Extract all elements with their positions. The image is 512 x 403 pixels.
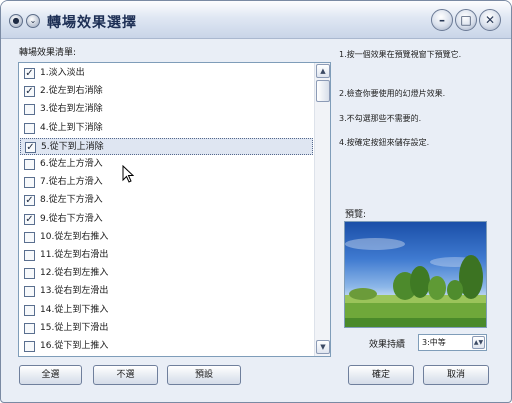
spin-arrows-icon[interactable]: ▲▼	[472, 336, 485, 349]
preview-label: 預覽:	[345, 210, 367, 220]
list-item[interactable]: 16.從下到上推入	[20, 338, 313, 355]
scroll-down-button[interactable]: ▼	[316, 340, 330, 354]
list-item[interactable]: 4.從上到下消除	[20, 120, 313, 137]
list-item[interactable]: 13.從右到左滑出	[20, 283, 313, 300]
effect-label: 13.從右到左滑出	[40, 286, 109, 297]
effect-checkbox[interactable]	[24, 231, 35, 243]
list-item[interactable]: 12.從右到左推入	[20, 265, 313, 282]
effect-label: 6.從左上方滑入	[40, 159, 103, 169]
effects-list-label: 轉場效果清單:	[19, 48, 77, 58]
duration-value: 3:中等	[422, 338, 446, 347]
effect-checkbox[interactable]	[24, 268, 35, 280]
duration-label: 效果持續	[369, 340, 406, 350]
list-item[interactable]: 14.從上到下推入	[20, 302, 313, 319]
effects-listbox[interactable]: ✓ 1.淡入淡出 ✓ 2.從左到右消除 3.從右到左消除 4.從上到下消除 ✓ 5.從下到上消…	[18, 62, 331, 357]
list-item[interactable]: 11.從左到右滑出	[20, 247, 313, 264]
effect-checkbox[interactable]	[24, 250, 35, 261]
effect-label: 15.從上到下滑出	[40, 322, 109, 333]
select-all-button[interactable]: 全選	[19, 365, 82, 385]
check-icon: ✓	[26, 141, 35, 153]
effect-label: 4.從上到下消除	[40, 122, 103, 133]
minimize-button[interactable]: –	[431, 9, 453, 31]
select-none-button[interactable]: 不選	[93, 365, 158, 385]
effect-label: 3.從右到左消除	[40, 104, 103, 115]
list-item[interactable]: ✓ 1.淡入淡出	[20, 65, 313, 82]
list-item[interactable]: ✓ 2.從左到右消除	[20, 83, 313, 100]
rollup-icon[interactable]: ⌄	[26, 14, 40, 28]
effect-checkbox[interactable]	[24, 104, 35, 116]
effect-checkbox[interactable]	[24, 122, 35, 134]
list-scrollbar[interactable]: ▲ ▼	[314, 63, 330, 356]
effect-checkbox[interactable]	[24, 304, 35, 316]
effect-label: 1.淡入淡出	[40, 68, 85, 78]
effect-checkbox[interactable]: ✓	[24, 68, 35, 79]
check-icon: ✓	[25, 68, 34, 79]
effect-label: 10.從左到右推入	[40, 231, 109, 242]
mouse-pointer-icon	[122, 165, 134, 183]
effect-label: 5.從下到上消除	[41, 141, 104, 152]
effect-label: 9.從右下方滑入	[40, 213, 103, 224]
effect-label: 7.從右上方滑入	[40, 177, 103, 188]
effect-label: 14.從上到下推入	[40, 304, 109, 315]
effect-checkbox[interactable]: ✓	[25, 141, 36, 153]
effect-checkbox[interactable]	[24, 159, 35, 170]
duration-select[interactable]: 3:中等 ▲▼	[418, 334, 487, 351]
default-button[interactable]: 預設	[167, 365, 241, 385]
list-item[interactable]: 15.從上到下滑出	[20, 320, 313, 337]
landscape-picture	[345, 238, 486, 327]
instruction-4: 4.按確定按鈕來儲存設定.	[339, 138, 430, 147]
check-icon: ✓	[25, 86, 34, 98]
effect-checkbox[interactable]	[24, 177, 35, 189]
title-bar: ● ⌄ 轉場效果選擇 – □ ✕	[1, 1, 511, 39]
scroll-thumb[interactable]	[316, 80, 330, 102]
effect-checkbox[interactable]	[24, 286, 35, 298]
list-item[interactable]: ✓ 8.從左下方滑入	[20, 192, 313, 209]
effect-label: 2.從左到右消除	[40, 86, 103, 97]
list-item[interactable]: 10.從左到右推入	[20, 229, 313, 246]
effects-dialog: ● ⌄ 轉場效果選擇 – □ ✕ 轉場效果清單: ✓ 1.淡入淡出 ✓ 2.從左到右消…	[0, 0, 512, 403]
check-icon: ✓	[25, 195, 34, 207]
instruction-2: 2.檢查你要使用的幻燈片效果.	[339, 89, 446, 98]
instruction-1: 1.按一個效果在預覽視窗下預覽它.	[339, 50, 462, 59]
check-icon: ✓	[25, 213, 34, 225]
list-item[interactable]: 6.從左上方滑入	[20, 156, 313, 173]
system-menu-icon[interactable]: ●	[9, 14, 23, 28]
cancel-button[interactable]: 取消	[423, 365, 489, 385]
effect-checkbox[interactable]	[24, 341, 35, 352]
effect-label: 11.從左到右滑出	[40, 250, 109, 260]
close-button[interactable]: ✕	[479, 9, 501, 31]
instruction-3: 3.不勾選那些不需要的.	[339, 114, 422, 123]
list-item[interactable]: 3.從右到左消除	[20, 101, 313, 118]
window-title: 轉場效果選擇	[47, 15, 137, 31]
effect-checkbox[interactable]: ✓	[24, 86, 35, 98]
scroll-up-button[interactable]: ▲	[316, 64, 330, 78]
ok-button[interactable]: 確定	[348, 365, 414, 385]
effect-checkbox[interactable]	[24, 322, 35, 334]
effect-label: 16.從下到上推入	[40, 341, 109, 351]
maximize-button[interactable]: □	[455, 9, 477, 31]
list-item[interactable]: 7.從右上方滑入	[20, 174, 313, 191]
preview-image	[344, 221, 487, 328]
effect-label: 12.從右到左推入	[40, 268, 109, 279]
list-item[interactable]: ✓ 9.從右下方滑入	[20, 211, 313, 228]
list-item[interactable]: ✓ 5.從下到上消除	[20, 137, 313, 155]
effects-list-rows: ✓ 1.淡入淡出 ✓ 2.從左到右消除 3.從右到左消除 4.從上到下消除 ✓ 5.從下到上消…	[19, 63, 315, 356]
effect-checkbox[interactable]: ✓	[24, 213, 35, 225]
effect-checkbox[interactable]: ✓	[24, 195, 35, 207]
effect-label: 8.從左下方滑入	[40, 195, 103, 206]
